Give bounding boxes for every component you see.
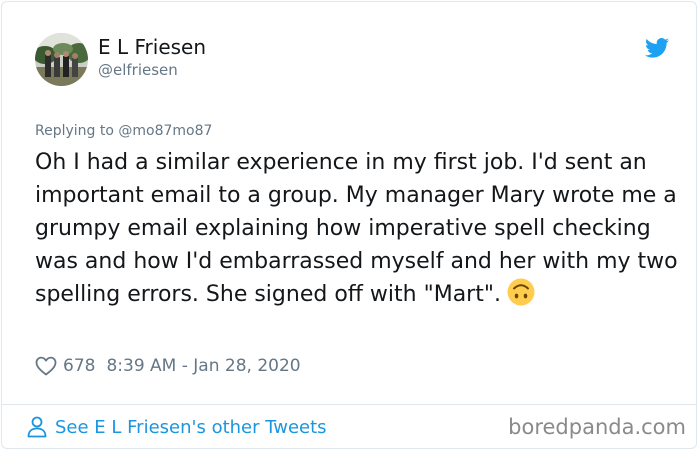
timestamp[interactable]: 8:39 AM - Jan 28, 2020 — [106, 356, 300, 376]
divider — [2, 404, 696, 405]
author-name[interactable]: E L Friesen — [98, 35, 206, 59]
tweet-meta: 678 8:39 AM - Jan 28, 2020 — [35, 354, 301, 378]
author-handle[interactable]: @elfriesen — [98, 61, 178, 79]
tweet-text: Oh I had a similar experience in my firs… — [35, 146, 685, 311]
tweet-body: Oh I had a similar experience in my firs… — [35, 150, 678, 307]
heart-icon[interactable] — [35, 356, 57, 376]
person-icon — [27, 416, 47, 438]
avatar-photo — [35, 33, 88, 86]
tweet-card: E L Friesen @elfriesen Replying to @mo87… — [1, 1, 697, 449]
avatar[interactable] — [35, 33, 88, 86]
twitter-bird-icon[interactable] — [645, 38, 669, 58]
replying-to[interactable]: Replying to @mo87mo87 — [35, 123, 212, 139]
watermark: boredpanda.com — [508, 415, 686, 439]
see-other-tweets-link[interactable]: See E L Friesen's other Tweets — [27, 416, 327, 438]
upside-down-face-icon — [507, 278, 535, 306]
see-other-tweets-label: See E L Friesen's other Tweets — [55, 416, 327, 438]
like-count[interactable]: 678 — [63, 356, 95, 376]
